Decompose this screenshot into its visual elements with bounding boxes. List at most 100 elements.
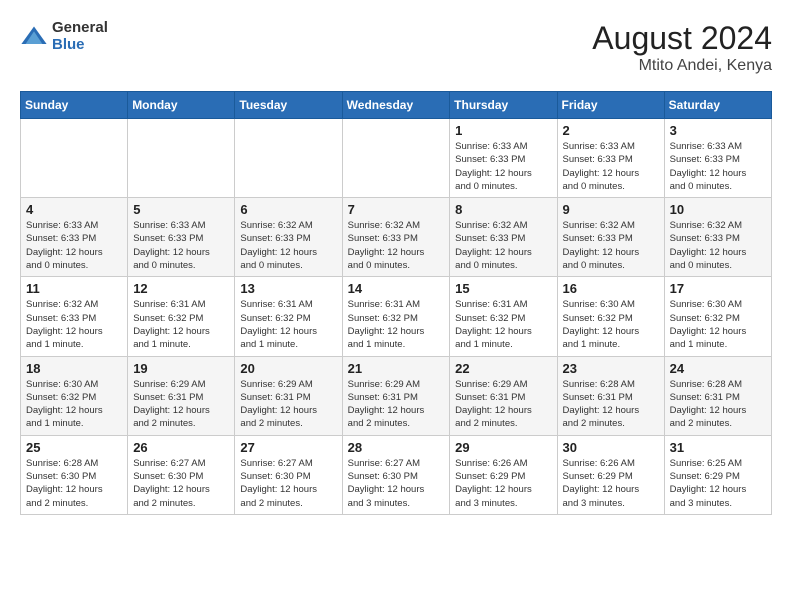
- calendar-cell: 13Sunrise: 6:31 AM Sunset: 6:32 PM Dayli…: [235, 277, 342, 356]
- calendar-cell: 17 Sunrise: 6:30 AM Sunset: 6:32 PM Dayli…: [664, 277, 771, 356]
- weekday-header-row: SundayMondayTuesdayWednesdayThursdayFrid…: [21, 92, 772, 119]
- day-number: 11: [26, 281, 122, 296]
- calendar-cell: 1 Sunrise: 6:33 AM Sunset: 6:33 PM Daylig…: [450, 119, 557, 198]
- day-info: Sunrise: 6:31 AM Sunset: 6:32 PM Dayligh…: [455, 298, 551, 351]
- day-info: Sunrise: 6:28 AM Sunset: 6:31 PM Dayligh…: [563, 378, 659, 431]
- day-info: Sunrise: 6:26 AM Sunset: 6:29 PM Dayligh…: [455, 457, 551, 510]
- day-info: Sunrise: 6:25 AM Sunset: 6:29 PM Dayligh…: [670, 457, 766, 510]
- day-info: Sunrise: 6:33 AM Sunset: 6:33 PM Dayligh…: [670, 140, 766, 193]
- weekday-header-friday: Friday: [557, 92, 664, 119]
- calendar-cell: [21, 119, 128, 198]
- calendar-cell: 4 Sunrise: 6:33 AM Sunset: 6:33 PM Daylig…: [21, 198, 128, 277]
- day-info: Sunrise: 6:29 AM Sunset: 6:31 PM Dayligh…: [348, 378, 445, 431]
- day-info: Sunrise: 6:33 AM Sunset: 6:33 PM Dayligh…: [563, 140, 659, 193]
- logo-blue-text: Blue: [52, 37, 108, 54]
- day-number: 27: [240, 440, 336, 455]
- week-row-2: 4 Sunrise: 6:33 AM Sunset: 6:33 PM Daylig…: [21, 198, 772, 277]
- day-info: Sunrise: 6:27 AM Sunset: 6:30 PM Dayligh…: [240, 457, 336, 510]
- day-number: 22: [455, 361, 551, 376]
- calendar-cell: [235, 119, 342, 198]
- day-info: Sunrise: 6:32 AM Sunset: 6:33 PM Dayligh…: [348, 219, 445, 272]
- day-info: Sunrise: 6:30 AM Sunset: 6:32 PM Dayligh…: [670, 298, 766, 351]
- logo-text: General Blue: [52, 20, 108, 53]
- day-number: 21: [348, 361, 445, 376]
- day-number: 15: [455, 281, 551, 296]
- day-info: Sunrise: 6:28 AM Sunset: 6:30 PM Dayligh…: [26, 457, 122, 510]
- day-info: Sunrise: 6:30 AM Sunset: 6:32 PM Dayligh…: [26, 378, 122, 431]
- calendar-cell: 25 Sunrise: 6:28 AM Sunset: 6:30 PM Dayli…: [21, 435, 128, 514]
- weekday-header-tuesday: Tuesday: [235, 92, 342, 119]
- day-number: 30: [563, 440, 659, 455]
- day-number: 28: [348, 440, 445, 455]
- calendar-cell: 10 Sunrise: 6:32 AM Sunset: 6:33 PM Dayli…: [664, 198, 771, 277]
- calendar-cell: 6 Sunrise: 6:32 AM Sunset: 6:33 PM Daylig…: [235, 198, 342, 277]
- day-info: Sunrise: 6:29 AM Sunset: 6:31 PM Dayligh…: [133, 378, 229, 431]
- calendar-cell: [342, 119, 450, 198]
- day-info: Sunrise: 6:29 AM Sunset: 6:31 PM Dayligh…: [455, 378, 551, 431]
- day-info: Sunrise: 6:32 AM Sunset: 6:33 PM Dayligh…: [455, 219, 551, 272]
- calendar-cell: 29 Sunrise: 6:26 AM Sunset: 6:29 PM Dayli…: [450, 435, 557, 514]
- page-header: General Blue August 2024 Mtito Andei, Ke…: [20, 20, 772, 75]
- calendar-cell: 12 Sunrise: 6:31 AM Sunset: 6:32 PM Dayli…: [128, 277, 235, 356]
- calendar-cell: 7 Sunrise: 6:32 AM Sunset: 6:33 PM Daylig…: [342, 198, 450, 277]
- day-info: Sunrise: 6:33 AM Sunset: 6:33 PM Dayligh…: [133, 219, 229, 272]
- week-row-4: 18Sunrise: 6:30 AM Sunset: 6:32 PM Dayli…: [21, 356, 772, 435]
- day-number: 1: [455, 123, 551, 138]
- logo-icon: [20, 23, 48, 51]
- day-number: 7: [348, 202, 445, 217]
- day-info: Sunrise: 6:31 AM Sunset: 6:32 PM Dayligh…: [348, 298, 445, 351]
- day-number: 20: [240, 361, 336, 376]
- calendar-cell: 24 Sunrise: 6:28 AM Sunset: 6:31 PM Dayli…: [664, 356, 771, 435]
- day-number: 17: [670, 281, 766, 296]
- day-number: 6: [240, 202, 336, 217]
- day-number: 5: [133, 202, 229, 217]
- calendar-cell: 28 Sunrise: 6:27 AM Sunset: 6:30 PM Dayli…: [342, 435, 450, 514]
- calendar-cell: 27 Sunrise: 6:27 AM Sunset: 6:30 PM Dayli…: [235, 435, 342, 514]
- calendar-cell: 11 Sunrise: 6:32 AM Sunset: 6:33 PM Dayli…: [21, 277, 128, 356]
- day-number: 8: [455, 202, 551, 217]
- day-info: Sunrise: 6:29 AM Sunset: 6:31 PM Dayligh…: [240, 378, 336, 431]
- weekday-header-sunday: Sunday: [21, 92, 128, 119]
- location-subtitle: Mtito Andei, Kenya: [592, 57, 772, 75]
- logo: General Blue: [20, 20, 108, 53]
- day-info: Sunrise: 6:33 AM Sunset: 6:33 PM Dayligh…: [455, 140, 551, 193]
- calendar-cell: 14Sunrise: 6:31 AM Sunset: 6:32 PM Dayli…: [342, 277, 450, 356]
- day-number: 12: [133, 281, 229, 296]
- day-number: 24: [670, 361, 766, 376]
- calendar-cell: 5 Sunrise: 6:33 AM Sunset: 6:33 PM Daylig…: [128, 198, 235, 277]
- day-number: 29: [455, 440, 551, 455]
- day-info: Sunrise: 6:32 AM Sunset: 6:33 PM Dayligh…: [670, 219, 766, 272]
- day-number: 13: [240, 281, 336, 296]
- day-info: Sunrise: 6:31 AM Sunset: 6:32 PM Dayligh…: [133, 298, 229, 351]
- day-info: Sunrise: 6:33 AM Sunset: 6:33 PM Dayligh…: [26, 219, 122, 272]
- day-number: 4: [26, 202, 122, 217]
- week-row-3: 11 Sunrise: 6:32 AM Sunset: 6:33 PM Dayli…: [21, 277, 772, 356]
- weekday-header-wednesday: Wednesday: [342, 92, 450, 119]
- calendar-cell: 26Sunrise: 6:27 AM Sunset: 6:30 PM Dayli…: [128, 435, 235, 514]
- week-row-5: 25 Sunrise: 6:28 AM Sunset: 6:30 PM Dayli…: [21, 435, 772, 514]
- calendar-cell: 8 Sunrise: 6:32 AM Sunset: 6:33 PM Daylig…: [450, 198, 557, 277]
- day-number: 10: [670, 202, 766, 217]
- calendar-cell: 31 Sunrise: 6:25 AM Sunset: 6:29 PM Dayli…: [664, 435, 771, 514]
- day-info: Sunrise: 6:26 AM Sunset: 6:29 PM Dayligh…: [563, 457, 659, 510]
- calendar-table: SundayMondayTuesdayWednesdayThursdayFrid…: [20, 91, 772, 515]
- day-number: 25: [26, 440, 122, 455]
- day-info: Sunrise: 6:32 AM Sunset: 6:33 PM Dayligh…: [26, 298, 122, 351]
- day-number: 31: [670, 440, 766, 455]
- calendar-cell: 2Sunrise: 6:33 AM Sunset: 6:33 PM Daylig…: [557, 119, 664, 198]
- calendar-cell: 16Sunrise: 6:30 AM Sunset: 6:32 PM Dayli…: [557, 277, 664, 356]
- weekday-header-thursday: Thursday: [450, 92, 557, 119]
- day-info: Sunrise: 6:32 AM Sunset: 6:33 PM Dayligh…: [240, 219, 336, 272]
- calendar-cell: 21 Sunrise: 6:29 AM Sunset: 6:31 PM Dayli…: [342, 356, 450, 435]
- day-number: 26: [133, 440, 229, 455]
- calendar-cell: 3 Sunrise: 6:33 AM Sunset: 6:33 PM Daylig…: [664, 119, 771, 198]
- calendar-cell: 22 Sunrise: 6:29 AM Sunset: 6:31 PM Dayli…: [450, 356, 557, 435]
- calendar-cell: 9Sunrise: 6:32 AM Sunset: 6:33 PM Daylig…: [557, 198, 664, 277]
- weekday-header-saturday: Saturday: [664, 92, 771, 119]
- day-number: 3: [670, 123, 766, 138]
- calendar-cell: 30 Sunrise: 6:26 AM Sunset: 6:29 PM Dayli…: [557, 435, 664, 514]
- day-info: Sunrise: 6:28 AM Sunset: 6:31 PM Dayligh…: [670, 378, 766, 431]
- day-number: 19: [133, 361, 229, 376]
- day-info: Sunrise: 6:30 AM Sunset: 6:32 PM Dayligh…: [563, 298, 659, 351]
- day-info: Sunrise: 6:27 AM Sunset: 6:30 PM Dayligh…: [348, 457, 445, 510]
